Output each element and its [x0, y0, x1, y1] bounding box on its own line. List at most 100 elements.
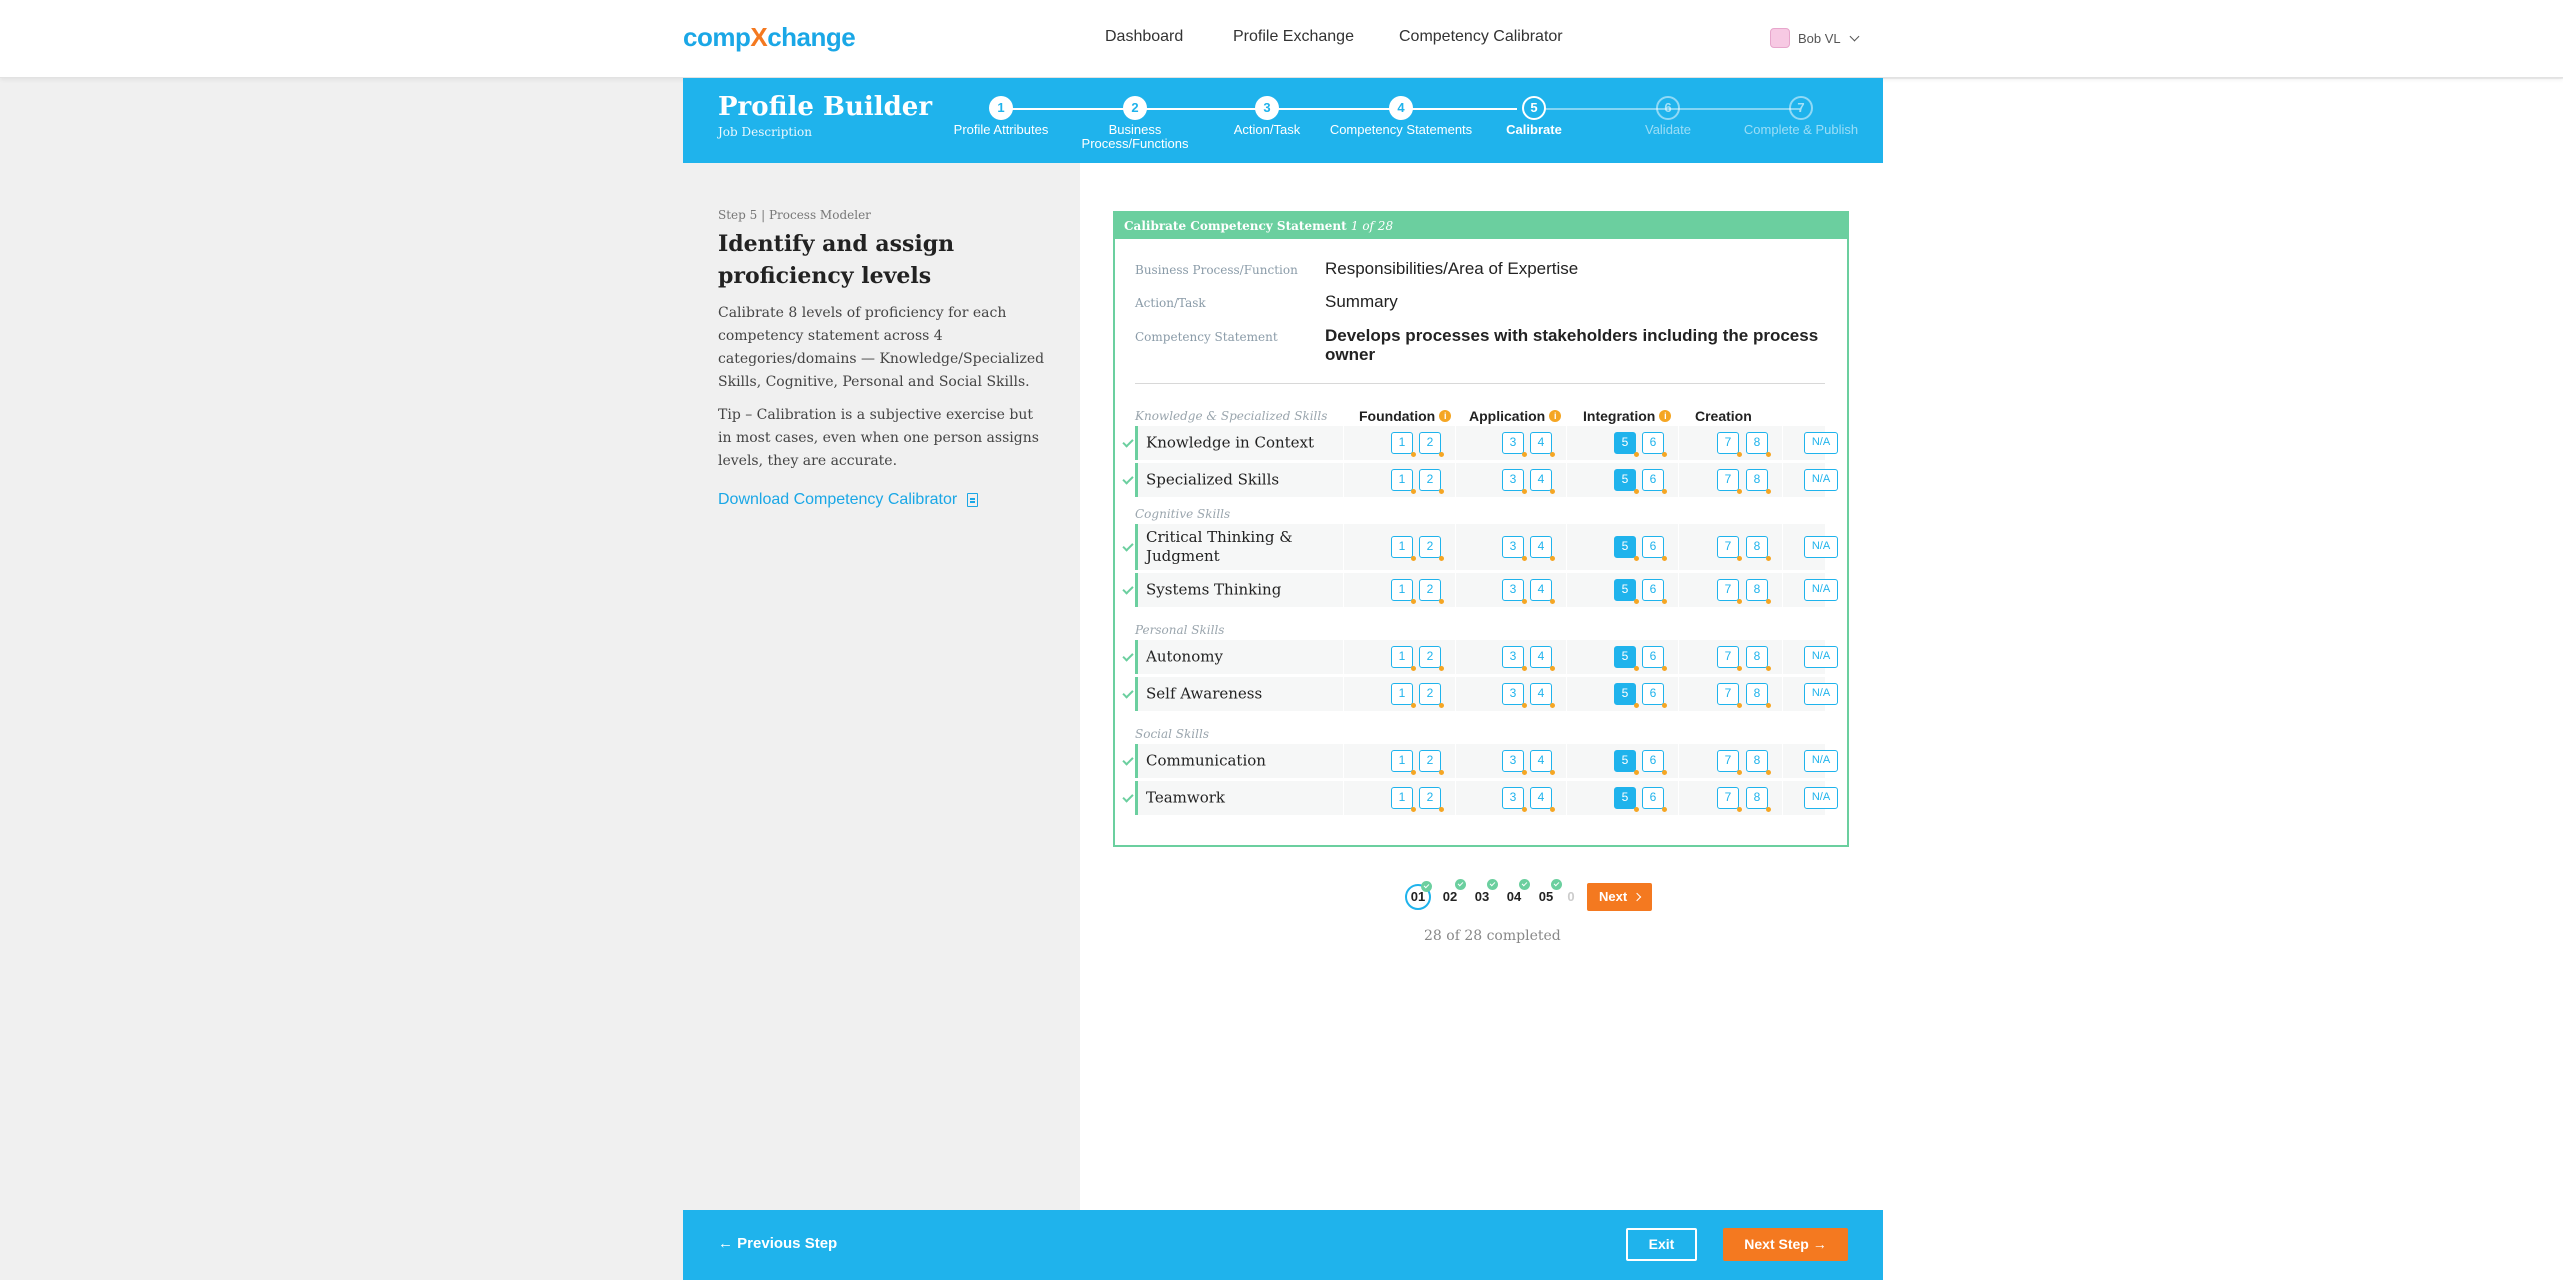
download-competency-calibrator-link[interactable]: Download Competency Calibrator: [718, 491, 1048, 509]
level-5-button[interactable]: 5: [1614, 579, 1639, 604]
level-6-button[interactable]: 6: [1642, 469, 1667, 494]
page-3[interactable]: 03: [1469, 879, 1498, 910]
page-number: 03: [1474, 889, 1490, 904]
level-7-button[interactable]: 7: [1717, 469, 1742, 494]
level-2-button[interactable]: 2: [1419, 432, 1444, 457]
level-8-button[interactable]: 8: [1746, 787, 1771, 812]
level-8-button[interactable]: 8: [1746, 536, 1771, 561]
compxchange-logo[interactable]: compXchange: [683, 22, 856, 53]
level-5-button[interactable]: 5: [1614, 432, 1639, 457]
page-4[interactable]: 04: [1501, 879, 1530, 910]
level-2-button[interactable]: 2: [1419, 787, 1444, 812]
level-3-button[interactable]: 3: [1502, 683, 1527, 708]
level-6-button[interactable]: 6: [1642, 750, 1667, 775]
level-2-button[interactable]: 2: [1419, 646, 1444, 671]
indicator-dot: [1411, 452, 1416, 457]
level-4-button[interactable]: 4: [1530, 787, 1555, 812]
previous-step-button[interactable]: ← Previous Step: [718, 1235, 837, 1252]
exit-button[interactable]: Exit: [1626, 1228, 1697, 1261]
na-button[interactable]: N/A: [1804, 579, 1838, 601]
row-separator: [1678, 677, 1679, 711]
level-3-button[interactable]: 3: [1502, 432, 1527, 457]
level-6-button[interactable]: 6: [1642, 646, 1667, 671]
level-4-button[interactable]: 4: [1530, 469, 1555, 494]
level-5-button[interactable]: 5: [1614, 787, 1639, 812]
completed-check-icon: [1519, 879, 1530, 890]
na-button[interactable]: N/A: [1804, 683, 1838, 705]
level-4-button[interactable]: 4: [1530, 536, 1555, 561]
level-4-button[interactable]: 4: [1530, 432, 1555, 457]
statement-pagination: 01 02 03 04 05 0 Next: [1405, 879, 1653, 911]
info-icon[interactable]: i: [1659, 410, 1672, 422]
level-2-button[interactable]: 2: [1419, 579, 1444, 604]
level-3-button[interactable]: 3: [1502, 536, 1527, 561]
level-1-button[interactable]: 1: [1391, 432, 1416, 457]
level-8-button[interactable]: 8: [1746, 750, 1771, 775]
level-6-button[interactable]: 6: [1642, 536, 1667, 561]
level-4-button[interactable]: 4: [1530, 750, 1555, 775]
level-5-button[interactable]: 5: [1614, 469, 1639, 494]
level-6-button[interactable]: 6: [1642, 579, 1667, 604]
level-8-button[interactable]: 8: [1746, 469, 1771, 494]
page-6[interactable]: 0: [1565, 884, 1577, 910]
page-2[interactable]: 02: [1437, 879, 1466, 910]
na-button[interactable]: N/A: [1804, 432, 1838, 454]
info-icon[interactable]: i: [1549, 410, 1562, 422]
nav-profile-exchange[interactable]: Profile Exchange: [1233, 28, 1354, 46]
level-7-button[interactable]: 7: [1717, 683, 1742, 708]
indicator-dot: [1737, 599, 1742, 604]
level-5-button[interactable]: 5: [1614, 750, 1639, 775]
na-button[interactable]: N/A: [1804, 750, 1838, 772]
level-4-button[interactable]: 4: [1530, 579, 1555, 604]
level-7-button[interactable]: 7: [1717, 579, 1742, 604]
level-1-button[interactable]: 1: [1391, 683, 1416, 708]
level-3-button[interactable]: 3: [1502, 646, 1527, 671]
user-menu[interactable]: Bob VL: [1770, 28, 1860, 48]
card-header: Calibrate Competency Statement 1 of 28: [1115, 213, 1847, 239]
nav-competency-calibrator[interactable]: Competency Calibrator: [1399, 28, 1563, 46]
next-statement-button[interactable]: Next: [1587, 883, 1653, 911]
nav-dashboard[interactable]: Dashboard: [1105, 28, 1183, 46]
next-step-button[interactable]: Next Step →: [1723, 1228, 1848, 1261]
level-8-button[interactable]: 8: [1746, 579, 1771, 604]
level-7-button[interactable]: 7: [1717, 646, 1742, 671]
level-4-button[interactable]: 4: [1530, 683, 1555, 708]
level-5-button[interactable]: 5: [1614, 646, 1639, 671]
level-5-button[interactable]: 5: [1614, 536, 1639, 561]
level-3-button[interactable]: 3: [1502, 750, 1527, 775]
level-7-button[interactable]: 7: [1717, 750, 1742, 775]
level-6-button[interactable]: 6: [1642, 432, 1667, 457]
na-button[interactable]: N/A: [1804, 646, 1838, 668]
level-1-button[interactable]: 1: [1391, 750, 1416, 775]
level-2-button[interactable]: 2: [1419, 469, 1444, 494]
level-8-button[interactable]: 8: [1746, 646, 1771, 671]
level-2-button[interactable]: 2: [1419, 750, 1444, 775]
level-2-button[interactable]: 2: [1419, 683, 1444, 708]
level-1-button[interactable]: 1: [1391, 787, 1416, 812]
page-1[interactable]: 01: [1405, 881, 1432, 910]
level-7-button[interactable]: 7: [1717, 536, 1742, 561]
level-3-button[interactable]: 3: [1502, 787, 1527, 812]
info-icon[interactable]: i: [1439, 410, 1452, 422]
na-button[interactable]: N/A: [1804, 787, 1838, 809]
level-3-button[interactable]: 3: [1502, 579, 1527, 604]
level-8-button[interactable]: 8: [1746, 432, 1771, 457]
na-button[interactable]: N/A: [1804, 469, 1838, 491]
progress-step-7[interactable]: 7 Complete & Publish: [1721, 96, 1881, 137]
level-6-button[interactable]: 6: [1642, 683, 1667, 708]
row-separator: [1678, 524, 1679, 570]
level-1-button[interactable]: 1: [1391, 646, 1416, 671]
level-1-button[interactable]: 1: [1391, 579, 1416, 604]
level-4-button[interactable]: 4: [1530, 646, 1555, 671]
level-5-button[interactable]: 5: [1614, 683, 1639, 708]
level-2-button[interactable]: 2: [1419, 536, 1444, 561]
level-7-button[interactable]: 7: [1717, 432, 1742, 457]
level-7-button[interactable]: 7: [1717, 787, 1742, 812]
na-button[interactable]: N/A: [1804, 536, 1838, 558]
level-6-button[interactable]: 6: [1642, 787, 1667, 812]
level-3-button[interactable]: 3: [1502, 469, 1527, 494]
level-1-button[interactable]: 1: [1391, 536, 1416, 561]
page-5[interactable]: 05: [1533, 879, 1562, 910]
level-8-button[interactable]: 8: [1746, 683, 1771, 708]
level-1-button[interactable]: 1: [1391, 469, 1416, 494]
